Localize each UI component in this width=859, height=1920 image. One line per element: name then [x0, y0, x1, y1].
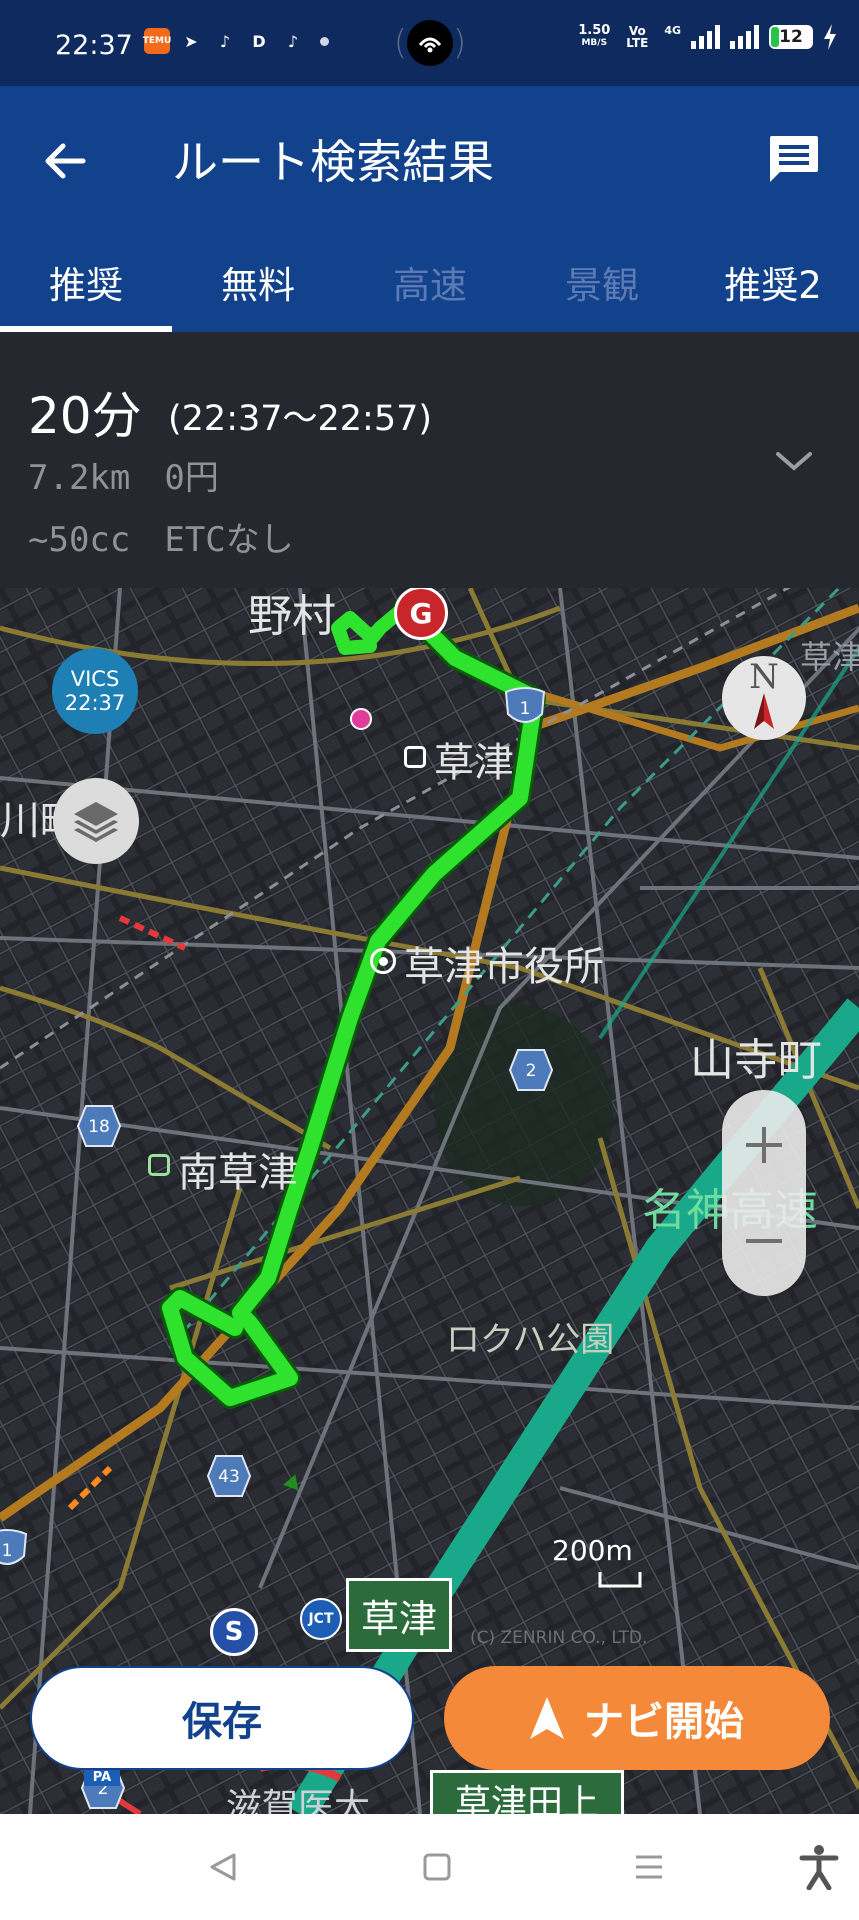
jct-sign: 草津 — [346, 1578, 452, 1652]
compass-button[interactable]: N — [722, 656, 806, 740]
status-app-icons: TEMU ➤ ♪ D ♪ — [143, 28, 329, 54]
signal-icon — [691, 25, 720, 49]
hotspot-icon — [407, 20, 453, 66]
hotspot-indicator: ( ) — [388, 20, 472, 66]
jct-badge: JCT — [300, 1598, 342, 1640]
tab-free[interactable]: 無料 — [172, 232, 344, 332]
nav-recents-button[interactable] — [614, 1834, 684, 1900]
layers-button[interactable] — [53, 778, 139, 864]
arrow-left-icon — [45, 143, 86, 179]
nav-back-button[interactable] — [188, 1834, 258, 1900]
net-speed-unit: MB/S — [581, 38, 608, 48]
net-speed-value: 1.50 — [578, 23, 611, 38]
page-title: ルート検索結果 — [172, 135, 494, 189]
vics-button[interactable]: VICS 22:37 — [52, 648, 138, 734]
place-label-city-hall: 草津市役所 — [404, 944, 604, 990]
place-label-rokuha-park: ロクハ公園 — [446, 1320, 615, 1360]
plus-icon — [746, 1127, 782, 1163]
accessibility-button[interactable] — [784, 1834, 854, 1900]
network-type: 4G — [664, 24, 681, 37]
dot-icon — [320, 36, 329, 46]
start-navigation-label: ナビ開始 — [584, 1699, 744, 1745]
compass-icon: N — [739, 657, 789, 733]
map-view[interactable]: 野村 草津 川町 草津 草津市役所 南草津 山寺町 名神高速 ロクハ公園 1 2… — [0, 588, 859, 1814]
layers-icon — [74, 802, 118, 842]
route-shield-number: 18 — [88, 1117, 110, 1137]
app-bar: ルート検索結果 — [0, 86, 859, 232]
temu-icon: TEMU — [143, 28, 171, 54]
volte-indicator: Vo LTE — [626, 24, 649, 50]
accessibility-icon — [799, 1845, 839, 1890]
goal-marker[interactable]: G — [394, 588, 448, 640]
route-shield-number: 1 — [2, 1541, 13, 1561]
route-shield-number: 1 — [520, 699, 531, 719]
train-station-icon — [404, 746, 426, 768]
route-summary[interactable]: 20分 (22:37〜22:57) 7.2km 0円 ~50cc ETCなし — [0, 332, 859, 588]
navigation-arrow-icon — [530, 1697, 564, 1739]
zoom-control — [722, 1090, 806, 1296]
map-copyright: (C) ZENRIN CO., LTD. — [470, 1628, 648, 1648]
place-label-edge-right: 草津 — [800, 638, 859, 676]
route-shield-18: 18 — [76, 1105, 122, 1147]
expand-button[interactable] — [759, 432, 829, 492]
back-button[interactable] — [30, 126, 100, 196]
status-bar: 22:37 TEMU ➤ ♪ D ♪ ( ) 1.50 MB/S Vo LTE … — [0, 0, 859, 86]
route-duration: 20分 — [28, 387, 142, 445]
train-station-icon — [148, 1154, 170, 1176]
route-shield-number: 43 — [218, 1467, 240, 1487]
map-scale-bar — [598, 1572, 642, 1588]
chat-icon — [770, 136, 818, 182]
signal-icon — [730, 25, 759, 49]
poi-flag-icon — [350, 708, 372, 730]
status-indicators: 1.50 MB/S Vo LTE 4G 12 — [578, 24, 837, 50]
route-tabs: 推奨 無料 高速 景観 推奨2 — [0, 232, 859, 332]
route-shield-43: 43 — [206, 1455, 252, 1497]
triangle-back-icon — [210, 1853, 236, 1881]
tab-highway[interactable]: 高速 — [344, 232, 516, 332]
pa-badge: PA — [84, 1768, 120, 1786]
tab-recommended-2[interactable]: 推奨2 — [687, 232, 859, 332]
minus-icon — [746, 1239, 782, 1243]
square-home-icon — [423, 1853, 451, 1881]
zoom-out-button[interactable] — [722, 1196, 806, 1286]
tab-scenic[interactable]: 景観 — [516, 232, 688, 332]
start-marker[interactable]: S — [210, 1608, 258, 1656]
message-button[interactable] — [759, 124, 829, 194]
compass-north-label: N — [749, 657, 779, 697]
route-vehicle-setting: ~50cc ETCなし — [28, 520, 294, 560]
route-shield-1: 1 — [504, 687, 546, 723]
zoom-in-button[interactable] — [722, 1100, 806, 1190]
city-hall-icon — [370, 948, 396, 974]
route-time-range: (22:37〜22:57) — [168, 399, 433, 439]
system-nav-bar — [0, 1814, 859, 1920]
battery-level: 12 — [779, 27, 803, 47]
paper-plane-icon: ➤ — [184, 31, 198, 51]
route-shield-number: 2 — [526, 1061, 537, 1081]
tab-recommended[interactable]: 推奨 — [0, 232, 172, 332]
place-label-minami-kusatsu: 南草津 — [178, 1150, 298, 1196]
interchange-sign: 草津田上 — [430, 1770, 624, 1814]
menu-lines-icon — [636, 1855, 662, 1879]
route-shield-2: 2 — [508, 1049, 554, 1091]
place-label-yamadera: 山寺町 — [690, 1035, 822, 1086]
vics-label: VICS — [70, 667, 120, 691]
route-distance-cost: 7.2km 0円 — [28, 458, 219, 498]
save-button[interactable]: 保存 — [30, 1666, 414, 1770]
charging-icon — [824, 24, 836, 50]
b-icon: D — [252, 31, 266, 51]
tiktok-icon: ♪ — [287, 31, 299, 51]
vics-time: 22:37 — [64, 691, 126, 715]
place-label-shiga-med: 滋賀医大 — [226, 1787, 371, 1814]
place-label-kusatsu-station: 草津 — [434, 740, 514, 786]
nav-home-button[interactable] — [402, 1834, 472, 1900]
net-speed: 1.50 MB/S — [578, 24, 610, 50]
status-time: 22:37 — [55, 30, 133, 61]
tiktok-icon: ♪ — [219, 31, 231, 51]
chevron-down-icon — [776, 452, 812, 471]
start-navigation-button[interactable]: ナビ開始 — [444, 1666, 830, 1770]
route-shield-edge: 1 — [0, 1529, 28, 1565]
place-label-nomura: 野村 — [248, 591, 336, 642]
map-scale-label: 200m — [552, 1534, 633, 1567]
battery-icon: 12 — [769, 25, 813, 49]
